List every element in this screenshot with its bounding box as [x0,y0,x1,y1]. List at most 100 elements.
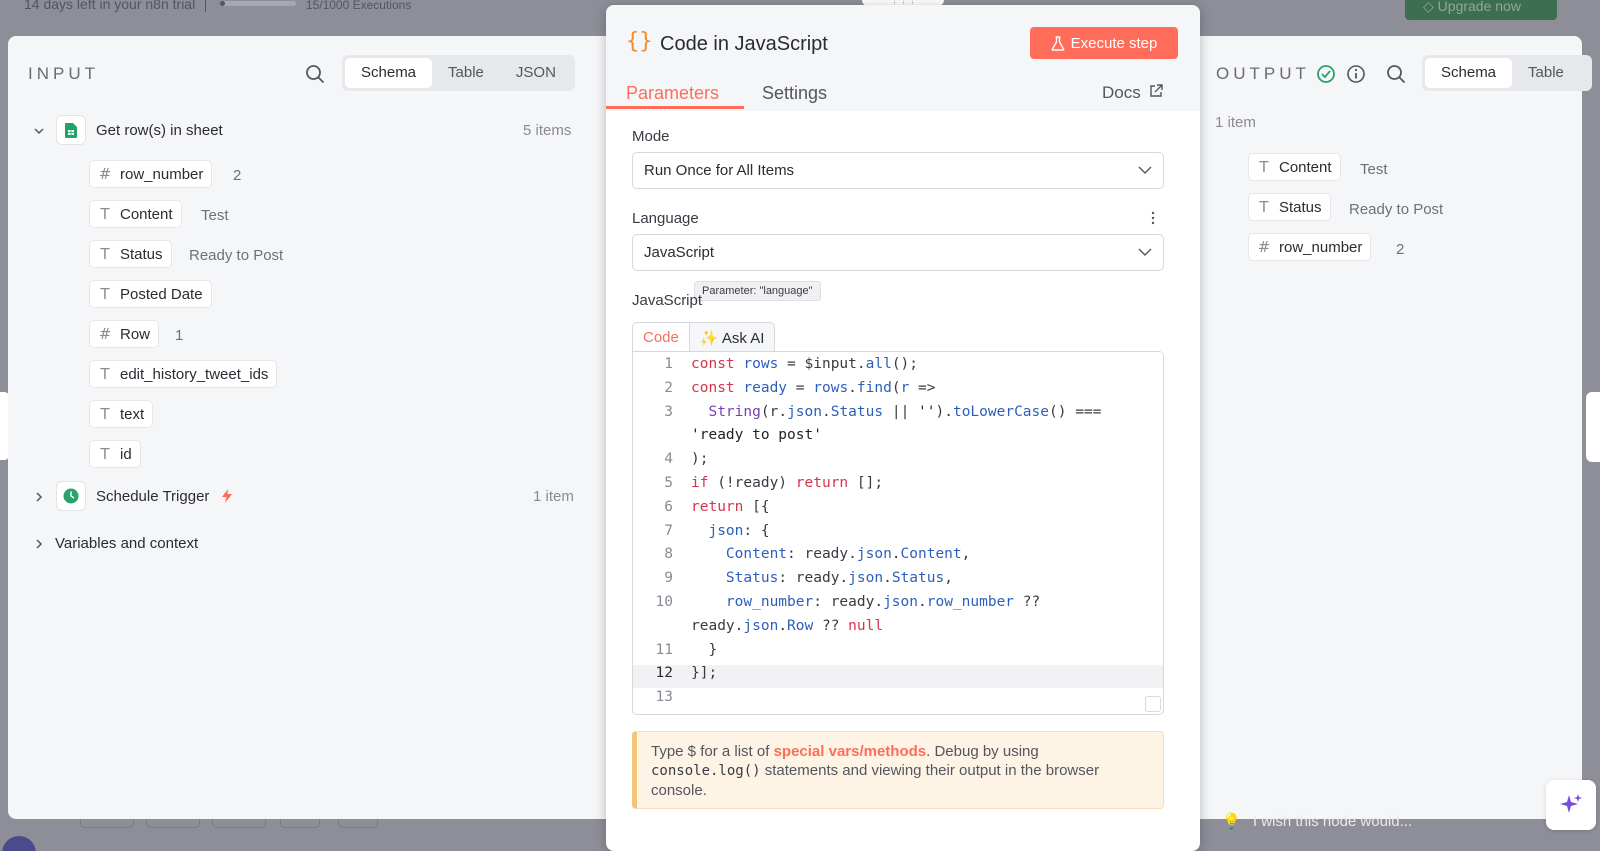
schema-field-text[interactable]: T text [89,400,154,428]
modal-header: {} Code in JavaScript Execute step Param… [606,5,1200,111]
trial-text: 14 days left in your n8n trial [24,0,196,12]
node-name: Schedule Trigger [96,487,210,505]
text-type-icon: T [1259,158,1269,176]
tab-ask-ai[interactable]: ✨ Ask AI [689,322,776,352]
line-number: 1 [664,356,673,372]
node-title[interactable]: Code in JavaScript [660,33,828,56]
fullscreen-icon[interactable] [1145,696,1161,712]
toolbar-button[interactable] [280,818,320,828]
line-number: 5 [664,475,673,491]
more-options-icon[interactable] [1150,211,1156,225]
check-circle-icon [1317,65,1335,83]
node-items-count: 1 item [533,488,574,505]
field-name: row_number [120,165,204,183]
chevron-down-icon[interactable] [33,125,45,137]
search-icon[interactable] [1385,63,1407,85]
docs-link[interactable]: Docs [1102,83,1164,103]
line-number: 11 [655,641,673,658]
view-schema-option[interactable]: Schema [1425,58,1513,88]
view-table-option[interactable]: Table [432,58,500,88]
line-number: 6 [664,498,673,515]
code-line: json: { [708,522,770,539]
special-vars-link[interactable]: special vars/methods [774,743,927,760]
code-tabs: Code ✨ Ask AI [632,322,776,352]
schema-field-row[interactable]: # Row [89,320,160,348]
line-number: 3 [664,403,673,420]
tab-code[interactable]: Code [632,322,690,352]
javascript-label: JavaScript [632,292,703,309]
feedback-prompt[interactable]: 💡 I wish this node would... [1222,812,1412,830]
output-field-status[interactable]: T Status [1248,193,1331,221]
search-icon[interactable] [304,63,326,85]
text-type-icon: T [100,205,110,223]
chevron-right-icon[interactable] [33,491,45,503]
schema-field-content[interactable]: T Content [89,200,182,228]
field-value: 2 [1396,241,1405,258]
number-type-icon: # [98,325,112,343]
chevron-down-icon [1138,166,1152,174]
field-value: Ready to Post [1349,201,1444,218]
schema-field-row-number[interactable]: # row_number [89,160,213,188]
schema-field-status[interactable]: T Status [89,240,172,268]
language-select[interactable]: JavaScript [632,234,1164,271]
code-line: return [{ [691,498,770,515]
output-panel-title: OUTPUT [1216,64,1310,83]
field-value: 1 [175,327,184,344]
view-json-option[interactable]: JSON [500,58,572,88]
view-table-option[interactable]: Table [1512,58,1580,88]
code-line: if (!ready) return []; [691,475,884,491]
text-type-icon: T [100,445,110,463]
variables-label: Variables and context [55,535,199,552]
code-editor[interactable]: 1 2 3 4 5 6 7 8 9 10 11 12 13 const rows = $input.al… [632,351,1164,715]
field-name: id [120,445,132,463]
schema-field-id[interactable]: T id [89,440,141,468]
code-line: row_number: ready.json.row_number ?? [725,594,1041,610]
language-value: JavaScript [644,244,715,261]
code-line: Content: ready.json.Content, [725,546,971,563]
toolbar-button[interactable] [338,818,378,828]
ai-assistant-button[interactable] [1546,780,1596,830]
toolbar-button[interactable] [212,818,266,828]
code-line: } [691,641,718,658]
output-field-content[interactable]: T Content [1248,153,1341,181]
variables-and-context[interactable]: Variables and context [55,535,198,552]
node-schedule-trigger[interactable]: Schedule Trigger [56,481,233,511]
text-type-icon: T [100,365,110,383]
node-items-count: 5 items [523,122,572,139]
tab-settings[interactable]: Settings [762,83,827,104]
mode-select[interactable]: Run Once for All Items [632,152,1164,189]
active-tab-indicator [606,106,744,109]
field-name: Content [1279,158,1332,176]
mode-label: Mode [632,128,670,145]
lightbulb-icon: 💡 [1222,813,1241,830]
mode-value: Run Once for All Items [644,162,795,179]
schema-field-posted-date[interactable]: T Posted Date [89,280,212,308]
flask-icon [1051,35,1065,51]
hint-text: Type $ for a list of [651,743,774,760]
field-name: edit_history_tweet_ids [120,365,269,383]
code-line: }]; [691,665,718,682]
line-number: 9 [664,570,673,587]
field-name: text [120,405,145,423]
parameter-tooltip: Parameter: "language" [694,281,821,301]
upgrade-button[interactable]: ◇ Upgrade now [1405,0,1557,20]
info-icon[interactable] [1345,63,1367,85]
right-panel-handle[interactable] [1586,392,1600,462]
code-line: Status: ready.json.Status, [725,570,953,587]
execute-step-button[interactable]: Execute step [1030,27,1178,59]
node-editor-modal: {} Code in JavaScript Execute step Param… [606,5,1200,851]
feedback-text: I wish this node would... [1252,813,1413,830]
toolbar-button[interactable] [80,818,134,828]
language-label: Language [632,210,699,227]
trial-banner: 14 days left in your n8n trial 15/1000 E… [24,0,411,12]
tab-parameters[interactable]: Parameters [626,83,719,104]
field-name: Content [120,205,173,223]
view-schema-option[interactable]: Schema [345,58,433,88]
output-field-row-number[interactable]: # row_number [1248,233,1372,261]
schema-field-edit-history[interactable]: T edit_history_tweet_ids [89,360,278,388]
google-sheets-icon [56,115,86,145]
chevron-right-icon[interactable] [33,538,45,550]
node-get-rows[interactable]: Get row(s) in sheet [56,115,223,145]
toolbar-button[interactable] [146,818,200,828]
field-name: Status [120,245,163,263]
